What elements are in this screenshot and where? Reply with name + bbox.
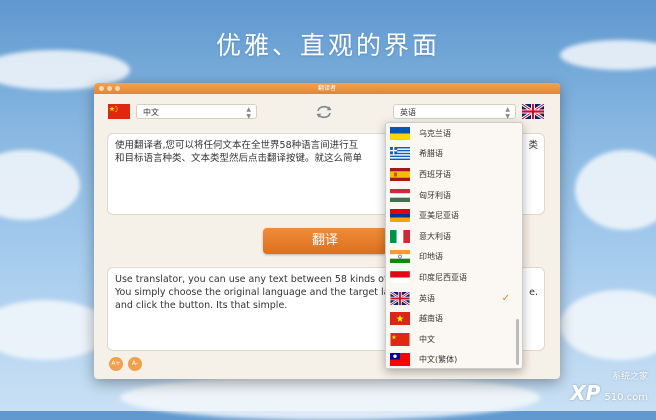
watermark-sub: 510.com (604, 392, 648, 403)
watermark-logo: XP 510.com 系统之家 (570, 372, 648, 405)
font-decrease-button[interactable]: A- (128, 357, 142, 371)
indonesia-flag-icon (390, 270, 410, 284)
dropdown-item-label: 希腊语 (419, 149, 443, 159)
hungary-flag-icon (390, 188, 410, 202)
dropdown-item-hindi[interactable]: 印地语 (386, 247, 522, 268)
dropdown-item-chinese-traditional[interactable]: 中文(繁体) (386, 350, 522, 368)
dropdown-item-label: 中文(繁体) (419, 355, 458, 365)
dropdown-item-label: 中文 (419, 334, 435, 344)
checkmark-icon: ✓ (501, 292, 510, 304)
translation-text-tail: e. (529, 287, 538, 298)
taiwan-flag-icon (390, 353, 410, 367)
source-text-tail: 类 (528, 140, 538, 151)
uk-flag-icon (390, 291, 410, 305)
dropdown-item-label: 印度尼西亚语 (419, 272, 467, 282)
dropdown-item-english[interactable]: 英语 ✓ (386, 288, 522, 309)
dropdown-item-ukrainian[interactable]: 乌克兰语 (386, 123, 522, 144)
dropdown-item-label: 英语 (419, 293, 435, 303)
minimize-button[interactable] (107, 86, 112, 91)
dropdown-item-greek[interactable]: 希腊语 (386, 144, 522, 165)
close-button[interactable] (99, 86, 104, 91)
font-increase-button[interactable]: A+ (109, 357, 123, 371)
armenia-flag-icon (390, 209, 410, 223)
dropdown-item-chinese[interactable]: 中文 (386, 329, 522, 350)
window-controls (99, 86, 120, 91)
cloud-decoration (560, 290, 656, 360)
dropdown-item-label: 西班牙语 (419, 169, 451, 179)
dropdown-item-vietnamese[interactable]: 越南语 (386, 308, 522, 329)
language-dropdown: 乌克兰语 希腊语 西班牙语 匈牙利语 亚美尼亚语 意大利语 印地语 印度尼西亚语… (385, 122, 523, 369)
dropdown-item-label: 乌克兰语 (419, 128, 451, 138)
dropdown-item-label: 印地语 (419, 252, 443, 262)
swap-languages-icon[interactable] (314, 104, 334, 120)
dropdown-item-italian[interactable]: 意大利语 (386, 226, 522, 247)
source-language-select[interactable]: 中文 ▲ ▼ (136, 104, 257, 120)
title-bar: 翻译者 (94, 83, 560, 94)
zoom-button[interactable] (115, 86, 120, 91)
dropdown-item-indonesian[interactable]: 印度尼西亚语 (386, 267, 522, 288)
target-language-select[interactable]: 英语 ▲ ▼ (393, 104, 516, 120)
dropdown-scrollbar[interactable] (516, 319, 519, 365)
vietnam-flag-icon (390, 312, 410, 326)
select-arrows-icon: ▲ ▼ (505, 106, 510, 120)
window-title: 翻译者 (317, 85, 336, 92)
spain-flag-icon (390, 167, 410, 181)
ukraine-flag-icon (390, 126, 410, 140)
uk-flag-icon (522, 104, 544, 119)
cloud-decoration (0, 150, 80, 220)
china-flag-icon (390, 332, 410, 346)
cloud-decoration (575, 150, 656, 230)
translate-button[interactable]: 翻译 (263, 228, 387, 254)
dropdown-item-spanish[interactable]: 西班牙语 (386, 164, 522, 185)
select-arrows-icon: ▲ ▼ (246, 106, 251, 120)
china-flag-icon (108, 104, 130, 119)
source-language-value: 中文 (143, 108, 159, 117)
dropdown-item-label: 意大利语 (419, 231, 451, 241)
dropdown-item-label: 亚美尼亚语 (419, 211, 459, 221)
greece-flag-icon (390, 147, 410, 161)
dropdown-item-hungarian[interactable]: 匈牙利语 (386, 185, 522, 206)
target-language-value: 英语 (400, 108, 416, 117)
india-flag-icon (390, 250, 410, 264)
headline: 优雅、直观的界面 (215, 31, 440, 60)
watermark-text: 系统之家 (611, 372, 648, 382)
italy-flag-icon (390, 229, 410, 243)
cloud-decoration (120, 375, 540, 420)
dropdown-item-label: 匈牙利语 (419, 190, 451, 200)
dropdown-item-armenian[interactable]: 亚美尼亚语 (386, 205, 522, 226)
watermark-logo-mark: XP (570, 381, 601, 405)
dropdown-item-label: 越南语 (419, 314, 443, 324)
